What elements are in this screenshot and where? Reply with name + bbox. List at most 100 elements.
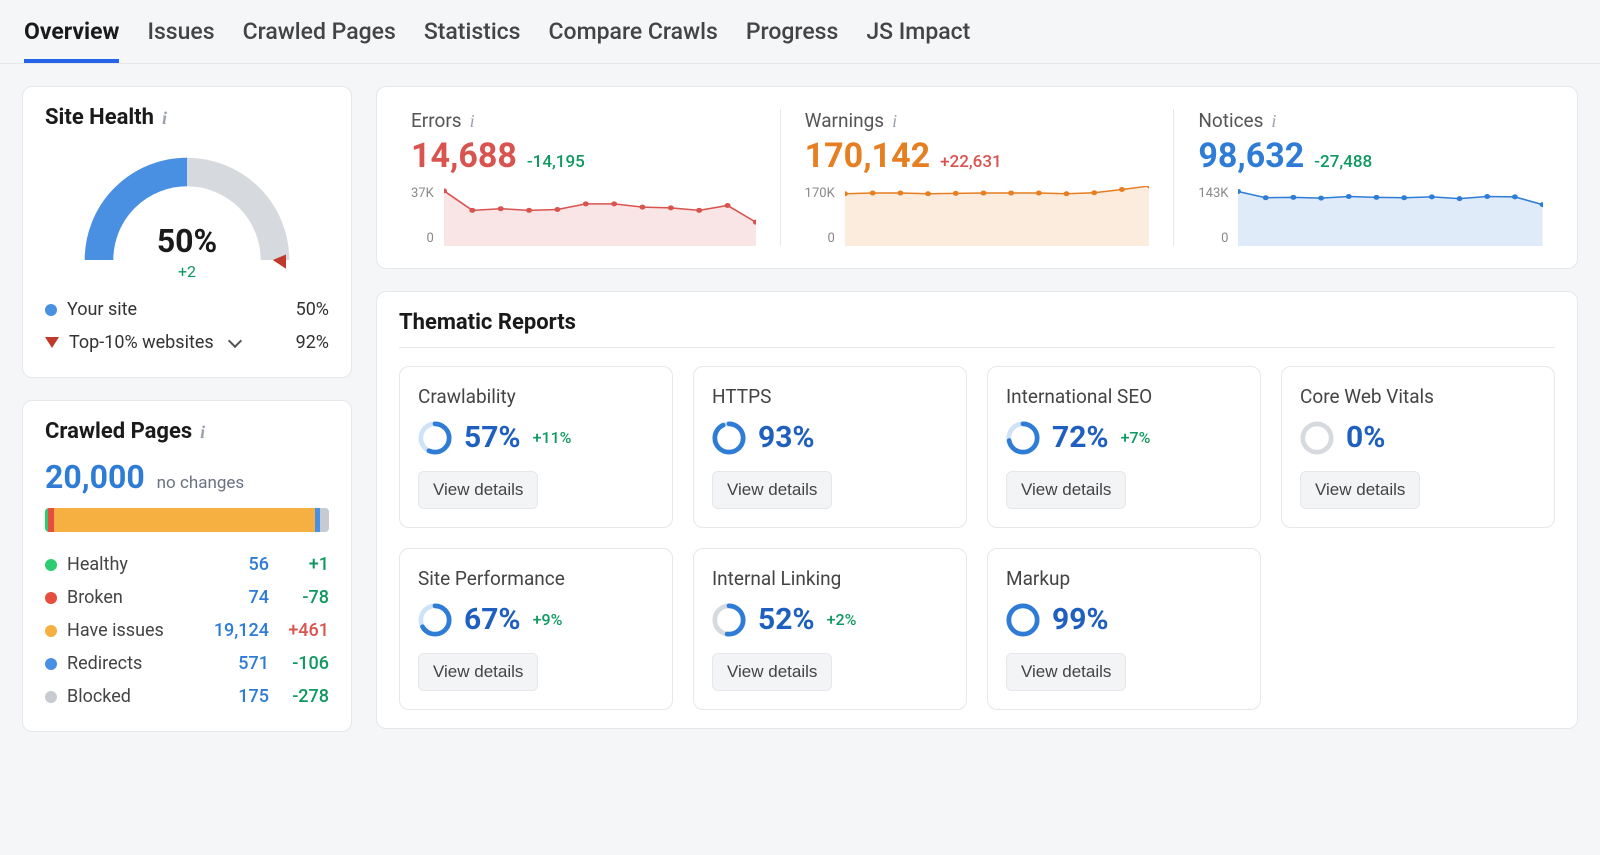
info-icon[interactable]: i xyxy=(1271,112,1276,130)
crawled-pages-row[interactable]: Redirects571-106 xyxy=(45,647,329,680)
progress-ring-icon xyxy=(1300,421,1334,455)
metric-warnings[interactable]: Warningsi 170,142 +22,631 170K0 xyxy=(781,109,1175,246)
tab-crawled-pages[interactable]: Crawled Pages xyxy=(243,0,396,63)
crawled-pages-card: Crawled Pages i 20,000 no changes Health… xyxy=(22,400,352,732)
triangle-down-icon xyxy=(45,337,59,348)
row-delta: +461 xyxy=(269,620,329,641)
tab-overview[interactable]: Overview xyxy=(24,0,119,63)
main-column: Errorsi 14,688 -14,195 37K0 Warningsi 17… xyxy=(376,86,1578,732)
tab-compare-crawls[interactable]: Compare Crawls xyxy=(549,0,718,63)
view-details-button[interactable]: View details xyxy=(1006,653,1126,691)
report-value-row: 57% +11% xyxy=(418,420,654,455)
report-value: 0% xyxy=(1346,420,1385,455)
legend-value: 50% xyxy=(296,299,329,320)
legend-value: 92% xyxy=(296,332,329,353)
report-title: Crawlability xyxy=(418,385,654,408)
info-icon[interactable]: i xyxy=(892,112,897,130)
dot-icon xyxy=(45,691,57,703)
metric-notices[interactable]: Noticesi 98,632 -27,488 143K0 xyxy=(1174,109,1567,246)
dot-icon xyxy=(45,592,57,604)
legend-label: Top-10% websites xyxy=(69,332,214,353)
view-details-button[interactable]: View details xyxy=(418,471,538,509)
report-delta: +7% xyxy=(1121,428,1151,447)
crawled-pages-total-row: 20,000 no changes xyxy=(45,458,329,496)
report-value: 57% xyxy=(464,420,521,455)
tab-issues[interactable]: Issues xyxy=(147,0,214,63)
row-label: Blocked xyxy=(67,686,131,707)
tab-js-impact[interactable]: JS Impact xyxy=(866,0,970,63)
progress-ring-icon xyxy=(1006,603,1040,637)
gauge-delta: +2 xyxy=(178,262,196,281)
report-value-row: 93% xyxy=(712,420,948,455)
report-card-internal-linking: Internal Linking 52% +2% View details xyxy=(693,548,967,710)
report-title: Core Web Vitals xyxy=(1300,385,1536,408)
tab-progress[interactable]: Progress xyxy=(746,0,839,63)
view-details-button[interactable]: View details xyxy=(712,653,832,691)
crawled-pages-row[interactable]: Blocked175-278 xyxy=(45,680,329,713)
view-details-button[interactable]: View details xyxy=(712,471,832,509)
progress-ring-icon xyxy=(418,603,452,637)
progress-ring-icon xyxy=(418,421,452,455)
chevron-down-icon[interactable] xyxy=(228,334,242,348)
view-details-button[interactable]: View details xyxy=(418,653,538,691)
report-value: 99% xyxy=(1052,602,1109,637)
dot-icon xyxy=(45,559,57,571)
metric-delta: -27,488 xyxy=(1314,152,1372,172)
thematic-title: Thematic Reports xyxy=(399,310,1555,335)
crawled-pages-row[interactable]: Have issues19,124+461 xyxy=(45,614,329,647)
info-icon[interactable]: i xyxy=(200,423,205,441)
report-title: HTTPS xyxy=(712,385,948,408)
row-label: Broken xyxy=(67,587,123,608)
crawled-pages-bar[interactable] xyxy=(45,508,329,532)
crawled-pages-row[interactable]: Broken74-78 xyxy=(45,581,329,614)
legend-row[interactable]: Top-10% websites 92% xyxy=(45,326,329,359)
metric-title: Errorsi xyxy=(411,109,756,132)
progress-ring-icon xyxy=(712,603,746,637)
page-layout: Site Health i 50% +2 Your site50%Top-10%… xyxy=(0,64,1600,754)
row-delta: -78 xyxy=(269,587,329,608)
info-icon[interactable]: i xyxy=(162,109,167,127)
legend-row: Your site50% xyxy=(45,293,329,326)
report-value-row: 0% xyxy=(1300,420,1536,455)
thematic-reports-card: Thematic Reports Crawlability 57% +11% V… xyxy=(376,291,1578,729)
report-title: International SEO xyxy=(1006,385,1242,408)
report-card-crawlability: Crawlability 57% +11% View details xyxy=(399,366,673,528)
metric-value-row: 98,632 -27,488 xyxy=(1198,136,1543,176)
report-value-row: 72% +7% xyxy=(1006,420,1242,455)
view-details-button[interactable]: View details xyxy=(1300,471,1420,509)
row-delta: -278 xyxy=(269,686,329,707)
metric-value: 14,688 xyxy=(411,136,517,176)
metric-value: 170,142 xyxy=(805,136,930,176)
report-delta: +9% xyxy=(533,610,563,629)
site-health-gauge: 50% +2 xyxy=(45,144,329,293)
dot-icon xyxy=(45,658,57,670)
row-label: Redirects xyxy=(67,653,142,674)
report-value: 72% xyxy=(1052,420,1109,455)
thematic-grid: Crawlability 57% +11% View details HTTPS… xyxy=(399,347,1555,710)
progress-ring-icon xyxy=(712,421,746,455)
crawled-pages-row[interactable]: Healthy56+1 xyxy=(45,548,329,581)
info-icon[interactable]: i xyxy=(470,112,475,130)
tab-statistics[interactable]: Statistics xyxy=(424,0,521,63)
metric-errors[interactable]: Errorsi 14,688 -14,195 37K0 xyxy=(387,109,781,246)
report-title: Internal Linking xyxy=(712,567,948,590)
report-delta: +11% xyxy=(533,428,572,447)
bar-segment[interactable] xyxy=(54,508,315,532)
site-health-card: Site Health i 50% +2 Your site50%Top-10%… xyxy=(22,86,352,378)
report-value: 93% xyxy=(758,420,815,455)
report-card-core-web-vitals: Core Web Vitals 0% View details xyxy=(1281,366,1555,528)
row-label: Have issues xyxy=(67,620,164,641)
metric-delta: +22,631 xyxy=(940,152,1002,172)
metrics-row: Errorsi 14,688 -14,195 37K0 Warningsi 17… xyxy=(376,86,1578,269)
report-card-international-seo: International SEO 72% +7% View details xyxy=(987,366,1261,528)
sidebar: Site Health i 50% +2 Your site50%Top-10%… xyxy=(22,86,352,732)
metric-title: Noticesi xyxy=(1198,109,1543,132)
mini-chart: 143K0 xyxy=(1198,186,1543,246)
report-card-markup: Markup 99% View details xyxy=(987,548,1261,710)
crawled-pages-total[interactable]: 20,000 xyxy=(45,458,145,496)
mini-chart: 37K0 xyxy=(411,186,756,246)
bar-segment[interactable] xyxy=(320,508,329,532)
dot-icon xyxy=(45,304,57,316)
view-details-button[interactable]: View details xyxy=(1006,471,1126,509)
mini-chart: 170K0 xyxy=(805,186,1150,246)
